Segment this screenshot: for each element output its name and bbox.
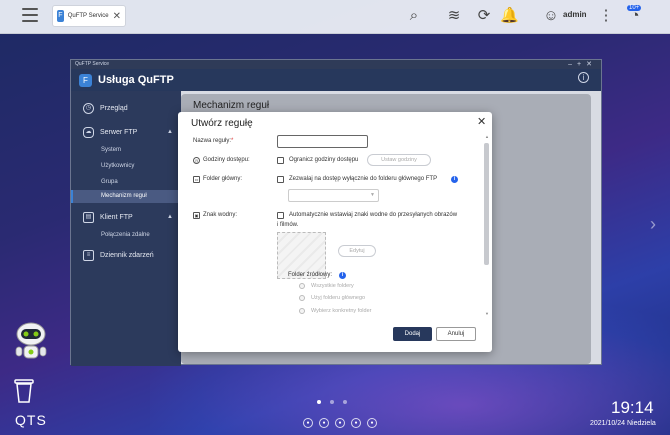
- chevron-right-icon[interactable]: ›: [650, 214, 656, 235]
- app-header: F Usługa QuFTP: [71, 69, 601, 91]
- scrollbar-thumb[interactable]: [484, 143, 489, 265]
- rule-name-input[interactable]: [277, 135, 368, 148]
- desktop-date: 2021/10/24 Niedziela: [590, 420, 656, 427]
- rule-name-label: Nazwa reguły:*: [193, 138, 234, 144]
- sidebar-item-users[interactable]: Użytkownicy: [101, 163, 134, 169]
- dock-app-icon[interactable]: ●: [303, 418, 313, 428]
- desktop-clock: 19:14: [611, 398, 654, 417]
- sidebar-item-event-log[interactable]: ≡ Dziennik zdarzeń: [71, 248, 181, 262]
- info-icon[interactable]: i: [339, 272, 346, 279]
- sidebar-item-ftp-client[interactable]: ▤ Klient FTP ▲: [71, 210, 181, 224]
- sidebar: ◷ Przegląd ☁ Serwer FTP ▲ System Użytkow…: [71, 91, 181, 366]
- page-dot[interactable]: [343, 400, 347, 404]
- helpdesk-robot-icon[interactable]: [12, 320, 50, 362]
- cloud-icon: ☁: [83, 126, 94, 138]
- desktop-page-dots[interactable]: [317, 400, 347, 404]
- add-button[interactable]: Dodaj: [393, 327, 432, 341]
- watermark-text-line2: i filmów.: [277, 222, 299, 228]
- info-icon[interactable]: i: [578, 72, 589, 83]
- cancel-button[interactable]: Anuluj: [436, 327, 476, 341]
- app-title: Usługa QuFTP: [98, 74, 174, 86]
- sidebar-item-group[interactable]: Grupa: [101, 179, 118, 185]
- window-controls[interactable]: –+✕: [568, 60, 597, 69]
- gauge-icon: ◷: [83, 102, 94, 114]
- radio-specific-folder[interactable]: [299, 308, 305, 314]
- taskbar-tab-quftp[interactable]: F QuFTP Service ✕: [52, 5, 126, 27]
- trash-icon[interactable]: [14, 378, 34, 403]
- scroll-up-arrow-icon[interactable]: ▲: [485, 134, 489, 139]
- qts-logo: QTS: [15, 412, 47, 428]
- restrict-folder-text: Zezwalaj na dostęp wyłącznie do folderu …: [289, 176, 438, 182]
- image-icon: ▣: [193, 212, 200, 219]
- taskbar-tab-label: QuFTP Service: [67, 13, 109, 19]
- user-icon[interactable]: ☺: [542, 7, 560, 25]
- sidebar-item-remote-connections[interactable]: Połączenia zdalne: [101, 232, 150, 238]
- search-icon[interactable]: ⌕: [405, 7, 423, 25]
- watermark-text-line1: Automatycznie wstawiaj znaki wodne do pr…: [289, 212, 458, 218]
- radio-all-folders[interactable]: [299, 283, 305, 289]
- log-icon: ≡: [83, 249, 94, 261]
- close-icon[interactable]: ✕: [113, 11, 121, 22]
- home-folder-select[interactable]: ▼: [288, 189, 379, 202]
- chevron-up-icon: ▲: [167, 214, 173, 220]
- close-icon[interactable]: ✕: [477, 115, 486, 128]
- panel-title: Mechanizm reguł: [193, 100, 270, 111]
- user-name[interactable]: admin: [563, 10, 587, 19]
- app-logo-icon: F: [79, 73, 92, 87]
- bottom-dock: ● ● ● ● ●: [303, 418, 377, 428]
- notification-badge: 10+: [627, 5, 642, 11]
- quftp-app-icon: F: [57, 10, 64, 22]
- limit-hours-checkbox[interactable]: [277, 157, 284, 164]
- radio-specific-folder-label: Wybierz konkretny folder: [311, 308, 372, 314]
- dock-app-icon[interactable]: ●: [335, 418, 345, 428]
- edit-watermark-button[interactable]: Edytuj: [338, 245, 376, 257]
- radio-home-folder-label: Użyj folderu głównego: [311, 295, 366, 301]
- radio-all-folders-label: Wszystkie foldery: [311, 283, 354, 289]
- more-options-icon[interactable]: ⋮: [597, 7, 615, 25]
- page-dot[interactable]: [330, 400, 334, 404]
- main-menu-icon[interactable]: [22, 8, 38, 22]
- dock-app-icon[interactable]: ●: [351, 418, 361, 428]
- folder-icon: ▭: [193, 176, 200, 183]
- sidebar-item-rules[interactable]: Mechanizm reguł: [101, 193, 147, 199]
- window-titlebar-text: QuFTP Service: [75, 61, 110, 67]
- radio-home-folder[interactable]: [299, 295, 305, 301]
- window-titlebar[interactable]: QuFTP Service: [71, 60, 601, 69]
- sidebar-item-overview[interactable]: ◷ Przegląd: [71, 101, 181, 115]
- clock-icon: ◷: [193, 157, 200, 164]
- watermark-label: ▣ Znak wodny:: [193, 212, 238, 219]
- dialog-title: Utwórz regułę: [191, 118, 253, 129]
- chevron-down-icon: ▼: [370, 192, 375, 198]
- watermark-checkbox[interactable]: [277, 212, 284, 219]
- access-hours-label: ◷ Godziny dostępu:: [193, 157, 250, 164]
- info-icon[interactable]: i: [451, 176, 458, 183]
- dock-app-icon[interactable]: ●: [319, 418, 329, 428]
- limit-hours-text: Ogranicz godziny dostępu: [289, 157, 359, 163]
- notification-bell-icon[interactable]: 🔔: [500, 7, 519, 25]
- sidebar-item-system[interactable]: System: [101, 147, 121, 153]
- create-rule-dialog: Utwórz regułę ✕ ▲ ▼ Nazwa reguły:* ◷ Godz…: [178, 112, 492, 352]
- required-marker: *: [231, 138, 234, 144]
- background-tasks-icon[interactable]: ≋: [445, 7, 463, 25]
- sync-icon[interactable]: ⟳: [475, 7, 493, 25]
- home-folder-label: ▭ Folder główny:: [193, 176, 243, 183]
- restrict-folder-checkbox[interactable]: [277, 176, 284, 183]
- chevron-up-icon: ▲: [167, 129, 173, 135]
- dock-app-icon[interactable]: ●: [367, 418, 377, 428]
- sidebar-item-ftp-server[interactable]: ☁ Serwer FTP ▲: [71, 125, 181, 139]
- source-folder-label: Folder źródłowy:: [288, 272, 333, 278]
- page-dot[interactable]: [317, 400, 321, 404]
- client-icon: ▤: [83, 211, 94, 223]
- top-taskbar: F QuFTP Service ✕ ⌕ ≋ ⟳ 🔔 ☺ admin ⋮ ◔ 10…: [0, 0, 670, 34]
- set-hours-button[interactable]: Ustaw godziny: [367, 154, 431, 166]
- scroll-down-arrow-icon[interactable]: ▼: [485, 311, 489, 316]
